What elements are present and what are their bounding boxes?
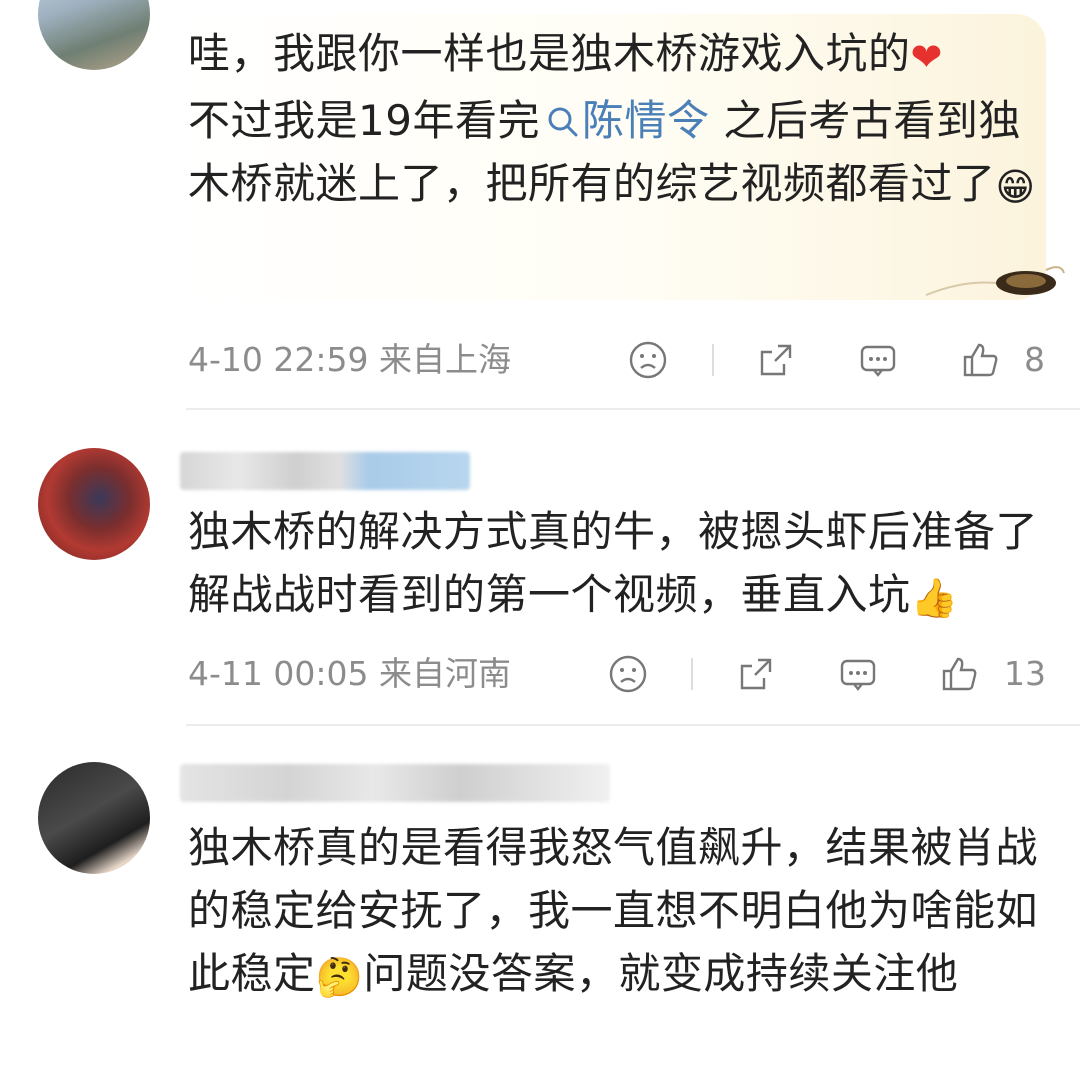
thumbs-up-emoji: 👍 xyxy=(910,576,959,620)
comment-icon[interactable] xyxy=(858,340,898,380)
timestamp-location: 4-11 00:05 来自河南 xyxy=(188,654,511,693)
username-blurred[interactable] xyxy=(180,764,610,802)
comment-meta: 4-10 22:59 来自上海 8 xyxy=(188,332,1048,388)
divider xyxy=(186,408,1080,410)
grin-emoji: 😁 xyxy=(995,165,1036,209)
divider xyxy=(691,658,693,690)
like-count: 13 xyxy=(1004,654,1046,693)
avatar[interactable] xyxy=(38,762,150,874)
share-icon[interactable] xyxy=(736,654,776,694)
share-icon[interactable] xyxy=(756,340,796,380)
topic-link[interactable]: 陈情令 xyxy=(540,96,710,145)
timestamp-location: 4-10 22:59 来自上海 xyxy=(188,340,511,379)
like-icon[interactable] xyxy=(961,340,1001,380)
comment-text: 哇，我跟你一样也是独木桥游戏入坑的❤ 不过我是19年看完 陈情令 之后考古看到独木… xyxy=(188,22,1038,219)
comment-text-part: 不过我是19年看完 xyxy=(188,96,540,145)
search-icon xyxy=(548,107,578,137)
avatar[interactable] xyxy=(38,448,150,560)
username-blurred[interactable] xyxy=(180,452,470,490)
comment-meta: 4-11 00:05 来自河南 13 xyxy=(188,646,1048,702)
comment-1: 哇，我跟你一样也是独木桥游戏入坑的❤ 不过我是19年看完 陈情令 之后考古看到独木… xyxy=(0,0,1080,412)
comment-text-part: 哇，我跟你一样也是独木桥游戏入坑的 xyxy=(188,29,911,78)
thinking-emoji: 🤔 xyxy=(315,955,364,999)
avatar[interactable] xyxy=(38,0,150,70)
like-icon[interactable] xyxy=(940,654,980,694)
topic-link-label: 陈情令 xyxy=(581,96,710,145)
bubble-decoration-icon xyxy=(925,266,1065,296)
divider xyxy=(712,344,714,376)
comment-text-part: 问题没答案，就变成持续关注他 xyxy=(363,949,959,998)
comment-icon[interactable] xyxy=(838,654,878,694)
heart-emoji: ❤ xyxy=(910,35,943,79)
dislike-icon[interactable] xyxy=(628,340,668,380)
like-count: 8 xyxy=(1024,340,1045,379)
divider xyxy=(186,724,1080,726)
comment-text: 独木桥真的是看得我怒气值飙升，结果被肖战的稳定给安抚了，我一直想不明白他为啥能如… xyxy=(188,816,1048,1009)
dislike-icon[interactable] xyxy=(608,654,648,694)
comment-3: 独木桥真的是看得我怒气值飙升，结果被肖战的稳定给安抚了，我一直想不明白他为啥能如… xyxy=(0,728,1080,1072)
comment-text: 独木桥的解决方式真的牛，被摁头虾后准备了解战战时看到的第一个视频，垂直入坑👍 xyxy=(188,500,1048,630)
comment-2: 独木桥的解决方式真的牛，被摁头虾后准备了解战战时看到的第一个视频，垂直入坑👍 4… xyxy=(0,412,1080,728)
